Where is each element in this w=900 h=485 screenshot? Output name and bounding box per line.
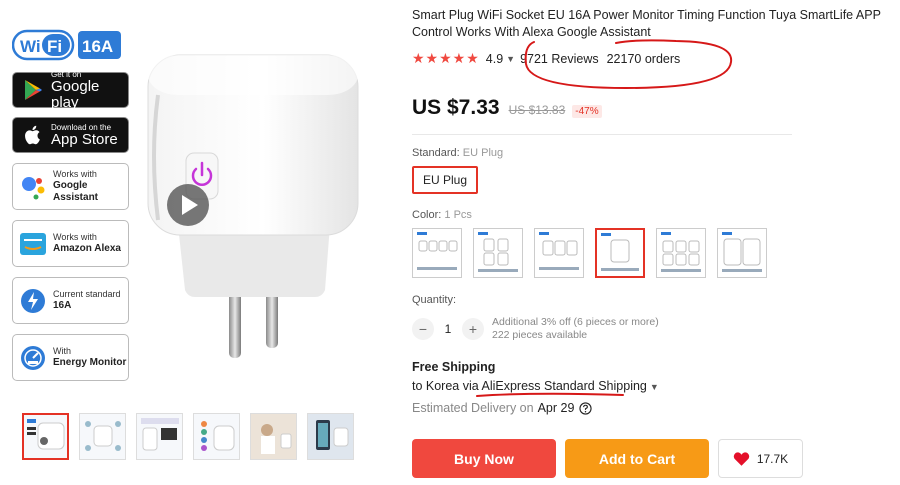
quantity-value[interactable]: 1 (434, 322, 462, 336)
standard-option-eu-plug[interactable]: EU Plug (412, 166, 478, 194)
quantity-label: Quantity: (412, 294, 457, 306)
reviews-link[interactable]: 9721 Reviews (520, 52, 599, 66)
chevron-down-icon[interactable]: ▼ (650, 382, 659, 392)
thumbnail-strip (22, 413, 354, 460)
rating-value[interactable]: 4.9 (486, 52, 503, 66)
delivery-estimate: Estimated Delivery on Apr 29 (412, 401, 593, 415)
color-label-row: Color: 1 Pcs (412, 209, 472, 221)
standard-label-row: Standard: EU Plug (412, 147, 503, 159)
shipping-title: Free Shipping (412, 360, 496, 374)
color-option[interactable] (656, 228, 706, 278)
feature-line2: Energy Monitor (53, 357, 127, 368)
divider (412, 134, 792, 135)
product-title: Smart Plug WiFi Socket EU 16A Power Moni… (412, 8, 881, 39)
current-standard-icon (21, 288, 45, 313)
color-option[interactable] (717, 228, 767, 278)
feature-amazon-alexa: Works with Amazon Alexa (12, 220, 129, 267)
feature-line1: Current standard (53, 289, 121, 299)
delivery-label: Estimated Delivery on (412, 401, 534, 415)
apple-icon (25, 125, 40, 145)
quantity-plus-button[interactable]: + (462, 318, 484, 340)
color-value: 1 Pcs (444, 209, 472, 221)
delivery-date: Apr 29 (537, 401, 575, 415)
play-video-icon[interactable] (167, 184, 209, 226)
thumbnail[interactable] (136, 413, 183, 460)
wifi-16a-logo: Wi Fi 16A (12, 29, 121, 61)
amazon-alexa-icon (20, 232, 46, 255)
orders-count: 22170 orders (606, 51, 681, 66)
rating-row: ★★★★★ 4.9 ▼ 9721 Reviews 22170 orders (412, 50, 680, 67)
color-option[interactable] (412, 228, 462, 278)
quantity-available-note: 222 pieces available (492, 329, 588, 341)
wishlist-button[interactable]: 17.7K (718, 439, 803, 478)
discount-badge: -47% (572, 105, 602, 118)
thumbnail[interactable] (22, 413, 69, 460)
wishlist-count: 17.7K (756, 451, 789, 466)
help-icon[interactable] (579, 401, 593, 415)
app-store-big: App Store (51, 130, 118, 148)
buy-now-button[interactable]: Buy Now (412, 439, 556, 478)
shipping-prefix: to Korea via (412, 379, 482, 393)
quantity-stepper: − 1 + Additional 3% off (6 pieces or mor… (412, 316, 659, 342)
thumbnail[interactable] (79, 413, 126, 460)
feature-line1: Works with (53, 232, 97, 242)
quantity-discount-note: Additional 3% off (6 pieces or more) (492, 316, 659, 328)
heart-icon (733, 451, 750, 466)
current-price: US $7.33 (412, 96, 500, 119)
feature-line1: With (53, 346, 71, 356)
color-option[interactable] (473, 228, 523, 278)
feature-line2: Amazon Alexa (53, 243, 121, 254)
app-store-badge: Download on the App Store (12, 117, 129, 153)
price-row: US $7.33 US $13.83 -47% (412, 96, 602, 120)
energy-monitor-icon (21, 345, 45, 370)
google-play-icon (25, 80, 42, 100)
thumbnail[interactable] (193, 413, 240, 460)
google-assistant-icon (22, 176, 45, 199)
color-options (412, 228, 767, 278)
feature-google-assistant: Works with Google Assistant (12, 163, 129, 210)
product-main-image[interactable] (140, 35, 380, 365)
feature-line2: Google Assistant (53, 180, 99, 203)
color-option[interactable] (595, 228, 645, 278)
quantity-note: Additional 3% off (6 pieces or more) 222… (492, 316, 659, 342)
shipping-method[interactable]: AliExpress Standard Shipping (482, 379, 647, 393)
color-label: Color: (412, 209, 442, 221)
color-option[interactable] (534, 228, 584, 278)
standard-value: EU Plug (462, 147, 504, 159)
thumbnail[interactable] (307, 413, 354, 460)
add-to-cart-button[interactable]: Add to Cart (565, 439, 709, 478)
standard-label: Standard: (412, 147, 460, 159)
wifi-logo-fi: Fi (47, 37, 62, 56)
wifi-logo-rating: 16A (82, 37, 113, 56)
quantity-minus-button[interactable]: − (412, 318, 434, 340)
feature-line2: 16A (53, 300, 72, 311)
shipping-line[interactable]: to Korea via AliExpress Standard Shippin… (412, 379, 659, 393)
feature-energy-monitor: With Energy Monitor (12, 334, 129, 381)
image-gallery: Wi Fi 16A Get it on Google play Download… (0, 0, 400, 485)
thumbnail[interactable] (250, 413, 297, 460)
google-play-big: Google play (51, 77, 100, 111)
feature-current-standard: Current standard 16A (12, 277, 129, 324)
google-play-badge: Get it on Google play (12, 70, 129, 111)
wifi-logo-wi: Wi (20, 37, 41, 56)
feature-line1: Works with (53, 169, 97, 179)
rating-stars: ★★★★★ (412, 50, 480, 66)
original-price: US $13.83 (508, 103, 566, 117)
chevron-down-icon[interactable]: ▼ (506, 54, 515, 64)
